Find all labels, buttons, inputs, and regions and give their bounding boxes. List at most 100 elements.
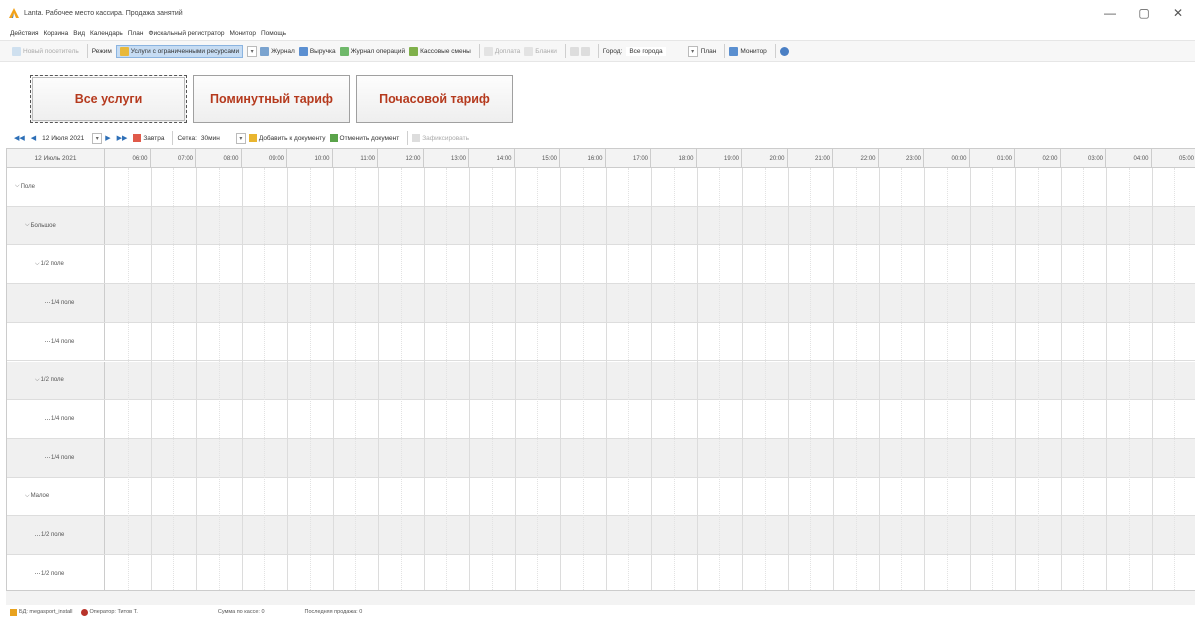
cells-select[interactable]: 30мин [201, 135, 220, 142]
printer-icon[interactable] [580, 46, 590, 56]
resource-row[interactable]: 1/4 поле [7, 438, 1195, 478]
globe-icon[interactable] [779, 46, 789, 56]
journal-label: Журнал [271, 47, 295, 55]
hourly-tariff-button[interactable]: Почасовой тариф [356, 75, 513, 123]
operator-icon [80, 608, 88, 616]
cells-dropdown-arrow[interactable]: ▾ [235, 132, 246, 144]
services-dropdown-arrow[interactable]: ▾ [247, 45, 258, 57]
hour-gridline [196, 168, 197, 592]
service-filter-buttons: Все услуги Поминутный тариф Почасовой та… [30, 75, 519, 123]
close-button[interactable]: ✕ [1161, 0, 1195, 26]
menu-calendar[interactable]: Календарь [90, 30, 123, 37]
resource-row-label[interactable]: ⌵ Большое [7, 206, 105, 245]
resource-name: 1/2 поле [41, 570, 65, 577]
last-page-icon[interactable]: ▶▶ [117, 134, 128, 142]
date-dropdown-arrow[interactable]: ▾ [92, 132, 103, 144]
db-label: БД: megasport_install [19, 609, 73, 615]
prev-day-icon[interactable]: ◀ [31, 134, 36, 142]
expand-chevron-icon[interactable]: ⌵ [35, 261, 40, 268]
half-hour-gridline [1037, 168, 1039, 592]
resource-row[interactable]: ⌵ 1/2 поле [7, 245, 1195, 285]
print-icon[interactable] [569, 46, 579, 56]
hour-header: 05:00 [1178, 155, 1194, 162]
resource-row-label[interactable]: 1/4 поле [7, 438, 105, 477]
toolbar-separator [724, 44, 726, 58]
ops-journal-button[interactable]: Журнал операций [339, 46, 405, 56]
resource-row-label[interactable]: 1/2 поле [7, 555, 105, 593]
services-limited-button[interactable]: Услуги с ограниченными ресурсами [115, 44, 244, 58]
cash-shifts-button[interactable]: Кассовые смены [409, 46, 471, 56]
menu-plan[interactable]: План [128, 30, 144, 37]
tomorrow-button[interactable]: Завтра [143, 135, 164, 142]
resource-row[interactable]: ⌵ 1/2 поле [7, 361, 1195, 401]
resource-row[interactable]: ⌵ Малое [7, 477, 1195, 517]
hour-header: 09:00 [242, 149, 287, 168]
services-limited-label: Услуги с ограниченными ресурсами [130, 47, 240, 55]
add-to-document-button[interactable]: Добавить к документу [259, 135, 326, 142]
mode-button[interactable]: Режим [92, 48, 112, 55]
resource-row-label[interactable]: ⌵ Малое [7, 477, 105, 516]
resource-row[interactable]: 1/2 поле [7, 555, 1195, 594]
resource-row[interactable]: 1/4 поле [7, 284, 1195, 323]
all-services-button[interactable]: Все услуги [30, 75, 187, 123]
monitor-button[interactable]: Монитор [729, 46, 767, 56]
expand-chevron-icon[interactable]: ⌵ [35, 377, 40, 384]
expand-chevron-icon[interactable]: ⌵ [25, 222, 30, 229]
resource-row[interactable]: 1/2 поле [7, 516, 1195, 555]
resource-row[interactable]: ⌵ Поле [7, 168, 1195, 207]
resource-row-label[interactable]: ⌵ 1/2 поле [7, 361, 105, 400]
resource-row[interactable]: 1/4 поле [7, 400, 1195, 439]
revenue-label: Выручка [309, 47, 336, 55]
revenue-button[interactable]: Выручка [298, 46, 336, 56]
menu-help[interactable]: Помощь [261, 30, 286, 37]
menu-actions[interactable]: Действия [10, 30, 38, 37]
toolbar: Новый посетитель Режим Услуги с ограниче… [0, 40, 1195, 62]
cash-shifts-icon [409, 46, 419, 56]
hour-header: 03:00 [1061, 149, 1106, 168]
half-hour-gridline [810, 168, 812, 592]
menu-fiscal[interactable]: Фискальный регистратор [149, 30, 225, 37]
blanks-label: Бланки [535, 47, 557, 55]
plan-button[interactable]: План [701, 48, 717, 55]
city-dropdown-arrow[interactable]: ▾ [687, 45, 698, 57]
expand-chevron-icon[interactable]: ⌵ [15, 183, 20, 190]
resource-row[interactable]: 1/4 поле [7, 322, 1195, 362]
resource-row-label[interactable]: ⌵ 1/2 поле [7, 245, 105, 284]
cancel-icon [329, 134, 338, 142]
menu-monitor[interactable]: Монитор [229, 30, 255, 37]
city-select[interactable]: Все города [626, 46, 666, 56]
hour-gridline [378, 168, 379, 592]
hour-gridline [241, 168, 243, 592]
hour-header: 16:00 [560, 149, 606, 168]
blanks-icon [524, 46, 534, 56]
resource-row-label[interactable]: ⌵ Поле [7, 168, 105, 206]
resource-row-label[interactable]: 1/4 поле [7, 322, 105, 361]
menu-cart[interactable]: Корзина [43, 30, 68, 37]
resource-row[interactable]: ⌵ Большое [7, 206, 1195, 246]
toolbar-separator [774, 44, 776, 58]
nav-separator [407, 131, 409, 145]
per-minute-tariff-button[interactable]: Поминутный тариф [193, 75, 350, 123]
half-hour-gridline [127, 168, 129, 592]
new-visitor-button[interactable]: Новый посетитель [12, 46, 79, 56]
surcharge-icon [483, 46, 493, 56]
resource-row-label[interactable]: 1/4 поле [7, 284, 105, 322]
expand-chevron-icon[interactable]: ⌵ [25, 493, 30, 500]
cancel-document-button[interactable]: Отменить документ [340, 135, 400, 142]
grid-scroll-area[interactable] [6, 590, 1195, 605]
app-logo-icon [8, 7, 20, 19]
minimize-button[interactable]: — [1093, 0, 1127, 26]
current-date[interactable]: 12 Июля 2021 [42, 135, 84, 142]
resource-row-label[interactable]: 1/4 поле [7, 400, 105, 438]
next-day-icon[interactable]: ▶ [105, 134, 110, 142]
nav-separator [172, 131, 174, 145]
fix-button[interactable]: Зафиксировать [422, 135, 469, 142]
blanks-button[interactable]: Бланки [524, 46, 557, 56]
menu-view[interactable]: Вид [73, 30, 85, 37]
new-visitor-label: Новый посетитель [23, 47, 79, 55]
first-page-icon[interactable]: ◀◀ [14, 134, 25, 142]
surcharge-button[interactable]: Доплата [483, 46, 520, 56]
maximize-button[interactable]: ▢ [1127, 0, 1161, 26]
journal-button[interactable]: Журнал [260, 46, 295, 56]
resource-row-label[interactable]: 1/2 поле [7, 516, 105, 554]
